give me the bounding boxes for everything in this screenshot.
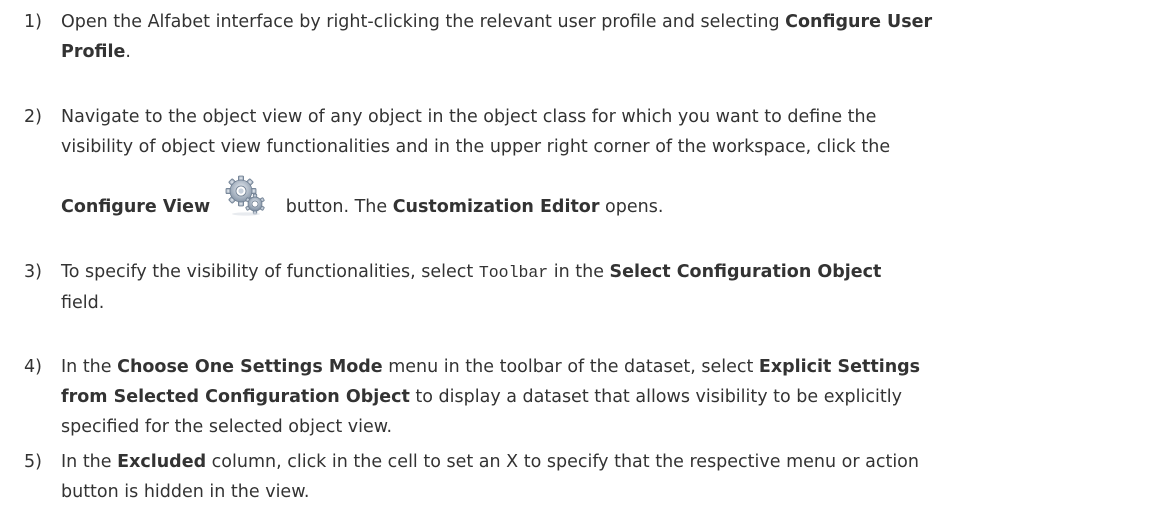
step-text: Navigate to the object view of any objec… xyxy=(61,102,1156,224)
text-run: opens. xyxy=(599,197,664,217)
step-line: button is hidden in the view. xyxy=(61,482,310,502)
text-run: button. The xyxy=(280,197,393,217)
ui-term: from Selected Configuration Object xyxy=(61,387,410,407)
text-run: . xyxy=(125,42,131,62)
text-run: menu in the toolbar of the dataset, sele… xyxy=(382,357,759,377)
step-number: 1) xyxy=(24,12,42,32)
step-line: field. xyxy=(61,293,105,313)
text-run: Open the Alfabet interface by right-clic… xyxy=(61,12,786,32)
text-run: In the xyxy=(61,357,118,377)
text-run: to display a dataset that allows visibil… xyxy=(409,387,902,407)
step-line: specified for the selected object view. xyxy=(61,417,393,437)
step-line: To specify the visibility of functionali… xyxy=(61,257,1156,288)
ui-term: Explicit Settings xyxy=(758,357,921,377)
step-text: In the Excluded column, click in the cel… xyxy=(61,447,1156,507)
step-line: Open the Alfabet interface by right-clic… xyxy=(61,7,1156,37)
ui-term: Select Configuration Object xyxy=(609,262,882,282)
step-text: In the Choose One Settings Mode menu in … xyxy=(61,352,1156,442)
instruction-steps: 1) Open the Alfabet interface by right-c… xyxy=(0,0,1163,513)
ui-term: Excluded xyxy=(117,452,207,472)
step-number: 4) xyxy=(24,357,42,377)
text-run: To specify the visibility of functionali… xyxy=(61,262,479,282)
text-run: column, click in the cell to set an X to… xyxy=(206,452,919,472)
step-number: 2) xyxy=(24,107,42,127)
step-line: In the Choose One Settings Mode menu in … xyxy=(61,352,1156,382)
step-number: 3) xyxy=(24,262,42,282)
step-text: Open the Alfabet interface by right-clic… xyxy=(61,7,1156,67)
ui-term: Choose One Settings Mode xyxy=(117,357,383,377)
ui-term: Customization Editor xyxy=(392,197,600,217)
step-line: Navigate to the object view of any objec… xyxy=(61,107,877,127)
ui-term: Profile xyxy=(61,42,126,62)
step-line: Profile. xyxy=(61,37,1156,67)
step-line: In the Excluded column, click in the cel… xyxy=(61,447,1156,477)
step-text: To specify the visibility of functionali… xyxy=(61,257,1156,318)
code-term: Toolbar xyxy=(478,263,549,282)
ui-term: Configure User xyxy=(785,12,933,32)
step-number: 5) xyxy=(24,452,42,472)
step-line: visibility of object view functionalitie… xyxy=(61,137,891,157)
step-line: from Selected Configuration Object to di… xyxy=(61,382,1156,412)
step-line: Configure View button. The Customization… xyxy=(61,174,1156,224)
ui-term: Configure View xyxy=(61,197,211,217)
text-run: in the xyxy=(548,262,610,282)
gear-icon xyxy=(222,174,266,216)
text-run: In the xyxy=(61,452,118,472)
